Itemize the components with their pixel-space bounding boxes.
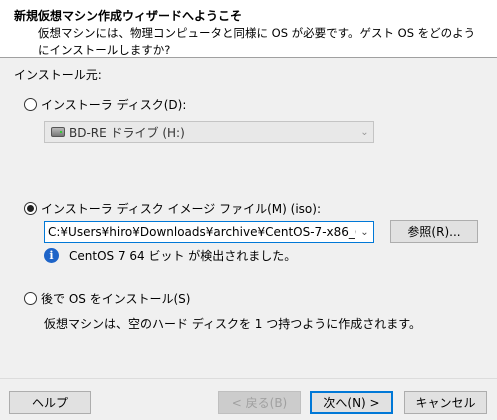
iso-path-value[interactable]: C:¥Users¥hiro¥Downloads¥archive¥CentOS-7…: [45, 225, 356, 239]
wizard-description: 仮想マシンには、物理コンピュータと同様に OS が必要です。ゲスト OS をどの…: [38, 26, 476, 57]
install-later-option[interactable]: 後で OS をインストール(S): [24, 290, 190, 307]
chevron-down-icon[interactable]: ⌄: [356, 222, 373, 242]
install-later-label: 後で OS をインストール(S): [41, 292, 191, 306]
browse-button[interactable]: 参照(R)...: [390, 220, 478, 243]
install-later-radio[interactable]: [24, 292, 37, 305]
cancel-button[interactable]: キャンセル: [404, 391, 487, 414]
iso-path-combo[interactable]: C:¥Users¥hiro¥Downloads¥archive¥CentOS-7…: [44, 221, 374, 243]
help-button[interactable]: ヘルプ: [9, 391, 91, 414]
disc-image-label: インストーラ ディスク イメージ ファイル(M) (iso):: [41, 202, 321, 216]
drive-select[interactable]: BD-RE ドライブ (H:) ⌄: [44, 121, 374, 143]
install-later-note: 仮想マシンは、空のハード ディスクを 1 つ持つように作成されます。: [44, 317, 422, 331]
detected-os-message: i CentOS 7 64 ビット が検出されました。: [44, 247, 296, 264]
chevron-down-icon: ⌄: [360, 126, 369, 138]
wizard-title: 新規仮想マシン作成ウィザードへようこそ: [14, 9, 243, 23]
wizard-header: 新規仮想マシン作成ウィザードへようこそ 仮想マシンには、物理コンピュータと同様に…: [0, 0, 497, 58]
info-icon: i: [44, 248, 59, 263]
installer-disc-radio[interactable]: [24, 98, 37, 111]
back-button[interactable]: < 戻る(B): [218, 391, 301, 414]
next-button[interactable]: 次へ(N) >: [310, 391, 393, 414]
drive-select-value: BD-RE ドライブ (H:): [69, 125, 185, 140]
installer-disc-label: インストーラ ディスク(D):: [41, 98, 187, 112]
disc-image-option[interactable]: インストーラ ディスク イメージ ファイル(M) (iso):: [24, 200, 321, 217]
detected-os-text: CentOS 7 64 ビット が検出されました。: [69, 249, 297, 263]
optical-drive-icon: [51, 127, 65, 137]
install-source-label: インストール元:: [14, 68, 102, 82]
installer-disc-option[interactable]: インストーラ ディスク(D):: [24, 96, 186, 113]
disc-image-radio[interactable]: [24, 202, 37, 215]
footer-divider: [0, 378, 497, 379]
